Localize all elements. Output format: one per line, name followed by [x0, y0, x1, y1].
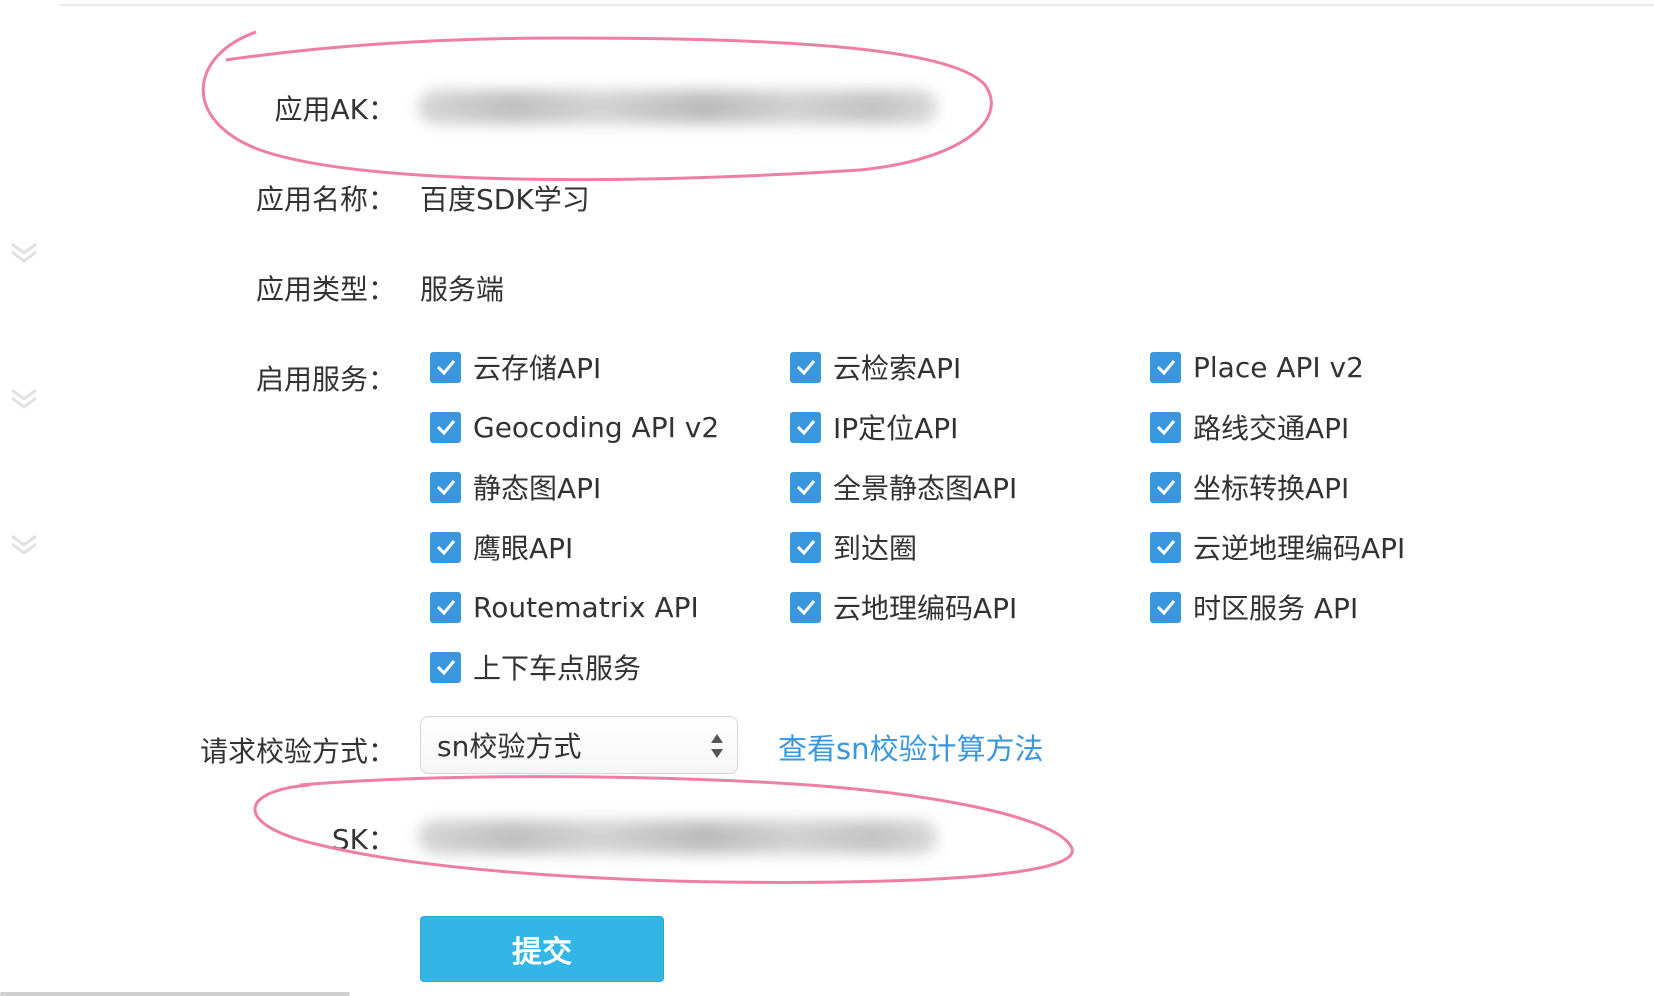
sn-calc-method-link[interactable]: 查看sn校验计算方法 [778, 726, 1044, 768]
service-checkbox-item[interactable]: Routematrix API [430, 587, 699, 627]
select-updown-arrows-icon [709, 731, 725, 761]
checkmark-icon[interactable] [790, 351, 821, 383]
service-checkbox-item[interactable]: 到达圈 [790, 527, 917, 567]
checkmark-icon[interactable] [1150, 411, 1181, 443]
submit-button[interactable]: 提交 [420, 916, 664, 982]
ak-value-redacted [418, 90, 938, 124]
checkmark-icon[interactable] [430, 411, 461, 443]
ak-label: 应用AK： [274, 93, 396, 126]
service-checkbox-item[interactable]: Place API v2 [1150, 347, 1364, 387]
sk-label: SK： [331, 823, 396, 856]
service-checkbox-item[interactable]: 时区服务 API [1150, 587, 1358, 627]
service-checkbox-item[interactable]: 云逆地理编码API [1150, 527, 1405, 567]
horizontal-scrollbar[interactable] [0, 992, 350, 996]
checkmark-icon[interactable] [1150, 471, 1181, 503]
service-label: Geocoding API v2 [473, 410, 720, 444]
checkmark-icon[interactable] [790, 411, 821, 443]
app-name-value: 百度SDK学习 [420, 183, 590, 216]
services-label: 启用服务： [255, 363, 396, 396]
service-checkbox-item[interactable]: IP定位API [790, 407, 958, 447]
service-checkbox-item[interactable]: 云地理编码API [790, 587, 1017, 627]
app-name-label: 应用名称： [255, 183, 396, 216]
checkmark-icon[interactable] [430, 651, 461, 683]
checkmark-icon[interactable] [1150, 591, 1181, 623]
verify-method-select[interactable]: sn校验方式 [420, 716, 738, 774]
chevron-down-icon[interactable] [6, 384, 42, 414]
service-label: 静态图API [473, 472, 602, 505]
service-label: 鹰眼API [473, 532, 574, 565]
service-checkbox-item[interactable]: 坐标转换API [1150, 467, 1349, 507]
service-label: 云逆地理编码API [1193, 532, 1406, 565]
chevron-down-icon[interactable] [6, 238, 42, 268]
service-label: 云存储API [473, 352, 602, 385]
service-checkbox-item[interactable]: 上下车点服务 [430, 647, 641, 687]
service-label: 坐标转换API [1193, 472, 1350, 505]
service-label: 云地理编码API [833, 592, 1018, 625]
verify-method-selected-value: sn校验方式 [437, 730, 582, 763]
checkmark-icon[interactable] [430, 351, 461, 383]
service-label: 时区服务 API [1193, 592, 1359, 625]
top-divider [60, 4, 1654, 6]
service-label: 路线交通API [1193, 412, 1350, 445]
service-label: 上下车点服务 [473, 652, 642, 685]
service-checkbox-item[interactable]: 全景静态图API [790, 467, 1017, 507]
service-checkbox-item[interactable]: 路线交通API [1150, 407, 1349, 447]
service-label: 到达圈 [833, 532, 918, 565]
service-checkbox-item[interactable]: 云检索API [790, 347, 961, 387]
sk-value-redacted [418, 820, 938, 854]
service-label: Routematrix API [473, 590, 699, 624]
checkmark-icon[interactable] [790, 531, 821, 563]
checkmark-icon[interactable] [1150, 351, 1181, 383]
service-label: IP定位API [833, 412, 959, 445]
checkmark-icon[interactable] [790, 471, 821, 503]
checkmark-icon[interactable] [1150, 531, 1181, 563]
service-checkbox-item[interactable]: 云存储API [430, 347, 601, 387]
checkmark-icon[interactable] [790, 591, 821, 623]
service-label: Place API v2 [1193, 350, 1364, 384]
service-label: 全景静态图API [833, 472, 1018, 505]
service-label: 云检索API [833, 352, 962, 385]
checkmark-icon[interactable] [430, 591, 461, 623]
app-type-value: 服务端 [420, 273, 505, 306]
app-type-label: 应用类型： [255, 273, 396, 306]
checkmark-icon[interactable] [430, 471, 461, 503]
chevron-down-icon[interactable] [6, 530, 42, 560]
verify-method-label: 请求校验方式： [199, 735, 396, 768]
service-checkbox-item[interactable]: 静态图API [430, 467, 601, 507]
service-checkbox-item[interactable]: Geocoding API v2 [430, 407, 719, 447]
checkmark-icon[interactable] [430, 531, 461, 563]
service-checkbox-item[interactable]: 鹰眼API [430, 527, 573, 567]
